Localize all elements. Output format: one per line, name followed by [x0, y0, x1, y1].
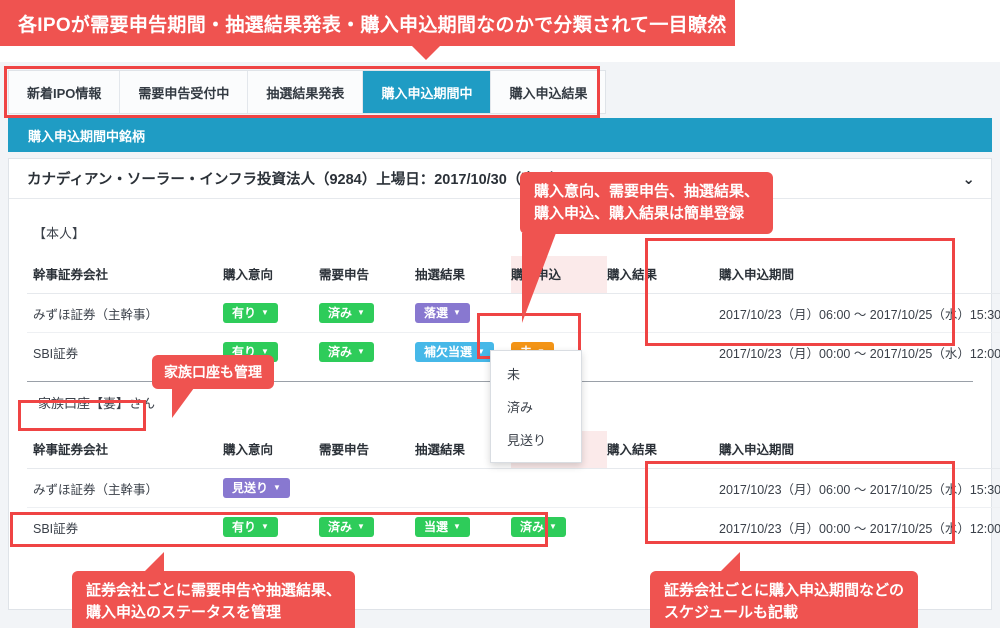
dropdown-item-done[interactable]: 済み — [491, 390, 581, 423]
col-broker: 幹事証券会社 — [27, 431, 223, 469]
caret-down-icon: ▼ — [357, 347, 365, 356]
ipo-name-and-listing-date: カナディアン・ソーラー・インフラ投資法人（9284）上場日：2017/10/30… — [27, 172, 565, 188]
callout-family-account-tail — [172, 388, 194, 418]
callout-status-register-line2: 購入申込、購入結果は簡単登録 — [534, 204, 745, 222]
cell-apply: 済み ▼ — [511, 508, 607, 547]
cell-intent: 有り ▼ — [223, 293, 319, 333]
cell-intent: 有り ▼ — [223, 508, 319, 547]
table-header-row: 幹事証券会社 購入意向 需要申告 抽選結果 購入申込 購入結果 購入申込期間 — [27, 256, 1000, 294]
table-row: SBI証券 有り ▼ 済み ▼ 当選 ▼ 済み ▼ 2017/10/23（月）0… — [27, 508, 1000, 547]
cell-lottery: 落選 ▼ — [415, 293, 511, 333]
caret-down-icon: ▼ — [477, 347, 485, 356]
tab-lottery-results[interactable]: 抽選結果発表 — [248, 71, 364, 113]
broker-name: SBI証券 — [33, 521, 79, 536]
caret-down-icon: ▼ — [261, 308, 269, 317]
headline-banner: 各IPOが需要申告期間・抽選結果発表・購入申込期間なのかで分類されて一目瞭然 — [0, 0, 735, 46]
status-badge-apply[interactable]: 済み ▼ — [511, 517, 566, 537]
cell-period: 2017/10/23（月）00:00 〜 2017/10/25（水）12:00 — [719, 346, 1000, 361]
callout-schedule-line1: 証券会社ごとに購入申込期間などの — [664, 582, 905, 599]
broker-name: みずほ証券（主幹事） — [27, 293, 223, 333]
col-intent: 購入意向 — [223, 431, 319, 469]
callout-status-manage-line1: 証券会社ごとに需要申告や抽選結果、 — [86, 582, 342, 599]
tab-application-period[interactable]: 購入申込期間中 — [363, 71, 492, 113]
callout-status-register: 購入意向、需要申告、抽選結果、 購入申込、購入結果は簡単登録 — [520, 172, 774, 234]
cell-demand: 済み ▼ — [319, 293, 415, 333]
table-row: みずほ証券（主幹事） 有り ▼ 済み ▼ 落選 ▼ 2017/10/23（月）0… — [27, 293, 1000, 333]
tab-application-results[interactable]: 購入申込結果 — [491, 71, 606, 113]
col-result: 購入結果 — [607, 256, 703, 294]
col-intent: 購入意向 — [223, 256, 319, 294]
table-row: みずほ証券（主幹事） 見送り ▼ 2017/10/23（月）06:00 〜 201… — [27, 468, 1000, 508]
caret-down-icon: ▼ — [261, 522, 269, 531]
owner-label-family: 家族口座【妻】さん — [38, 396, 156, 411]
caret-down-icon: ▼ — [357, 308, 365, 317]
headline-banner-tail — [412, 46, 440, 60]
owner-label-self: 【本人】 — [33, 226, 86, 241]
category-tabbar: 新着IPO情報 需要申告受付中 抽選結果発表 購入申込期間中 購入申込結果 — [8, 70, 607, 114]
caret-down-icon: ▼ — [273, 483, 281, 492]
cell-result — [607, 508, 703, 547]
callout-schedule-line2: スケジュールも記載 — [664, 603, 798, 621]
cell-demand: 済み ▼ — [319, 508, 415, 547]
caret-down-icon: ▼ — [453, 308, 461, 317]
status-badge-lottery[interactable]: 当選 ▼ — [415, 517, 470, 537]
cell-demand: 済み ▼ — [319, 333, 415, 372]
app-page: 新着IPO情報 需要申告受付中 抽選結果発表 購入申込期間中 購入申込結果 購入… — [0, 62, 1000, 628]
status-badge-lottery[interactable]: 落選 ▼ — [415, 303, 470, 323]
cell-apply — [511, 468, 607, 508]
col-period: 購入申込期間 — [703, 431, 1000, 469]
caret-down-icon: ▼ — [357, 522, 365, 531]
dropdown-item-skip[interactable]: 見送り — [491, 423, 581, 456]
callout-family-account: 家族口座も管理 — [152, 355, 274, 390]
cell-period: 2017/10/23（月）00:00 〜 2017/10/25（水）12:00 — [719, 521, 1000, 536]
broker-name: みずほ証券（主幹事） — [27, 468, 223, 508]
col-lottery: 抽選結果 — [415, 256, 511, 294]
col-period: 購入申込期間 — [703, 256, 1000, 294]
col-demand: 需要申告 — [319, 256, 415, 294]
callout-schedule: 証券会社ごとに購入申込期間などの スケジュールも記載 — [650, 571, 919, 628]
cell-result — [607, 293, 703, 333]
status-badge-intent[interactable]: 有り ▼ — [223, 517, 278, 537]
status-badge-intent[interactable]: 有り ▼ — [223, 303, 278, 323]
section-header-title: 購入申込期間中銘柄 — [28, 128, 146, 144]
col-broker: 幹事証券会社 — [27, 256, 223, 294]
cell-lottery: 当選 ▼ — [415, 508, 511, 547]
apply-status-dropdown-menu[interactable]: 未 済み 見送り — [490, 350, 582, 463]
callout-status-manage-line2: 購入申込のステータスを管理 — [86, 603, 282, 621]
col-demand: 需要申告 — [319, 431, 415, 469]
ipo-card-header[interactable]: カナディアン・ソーラー・インフラ投資法人（9284）上場日：2017/10/30… — [9, 159, 991, 199]
cell-lottery — [415, 468, 511, 508]
chevron-down-icon[interactable]: ⌄ — [962, 170, 975, 188]
section-header: 購入申込期間中銘柄 — [8, 118, 992, 152]
cell-demand — [319, 468, 415, 508]
status-badge-demand[interactable]: 済み ▼ — [319, 342, 374, 362]
status-badge-lottery[interactable]: 補欠当選 ▼ — [415, 342, 494, 362]
dropdown-item-not-yet[interactable]: 未 — [491, 357, 581, 390]
status-badge-intent[interactable]: 見送り ▼ — [223, 478, 290, 498]
tab-demand-accepting[interactable]: 需要申告受付中 — [120, 71, 249, 113]
cell-result — [607, 468, 703, 508]
cell-period: 2017/10/23（月）06:00 〜 2017/10/25（水）15:30 — [703, 468, 1000, 508]
callout-family-account-text: 家族口座も管理 — [164, 364, 262, 380]
cell-period: 2017/10/23（月）06:00 〜 2017/10/25（水）15:30 — [703, 293, 1000, 333]
callout-status-register-tail — [522, 233, 556, 323]
cell-result — [607, 333, 703, 372]
status-badge-demand[interactable]: 済み ▼ — [319, 303, 374, 323]
caret-down-icon: ▼ — [453, 522, 461, 531]
callout-status-register-line1: 購入意向、需要申告、抽選結果、 — [534, 183, 760, 200]
caret-down-icon: ▼ — [549, 522, 557, 531]
tab-new-ipo[interactable]: 新着IPO情報 — [9, 71, 121, 113]
callout-status-manage: 証券会社ごとに需要申告や抽選結果、 購入申込のステータスを管理 — [72, 571, 356, 628]
col-result: 購入結果 — [607, 431, 703, 469]
status-badge-demand[interactable]: 済み ▼ — [319, 517, 374, 537]
cell-intent: 見送り ▼ — [223, 468, 319, 508]
headline-banner-text: 各IPOが需要申告期間・抽選結果発表・購入申込期間なのかで分類されて一目瞭然 — [18, 14, 727, 36]
